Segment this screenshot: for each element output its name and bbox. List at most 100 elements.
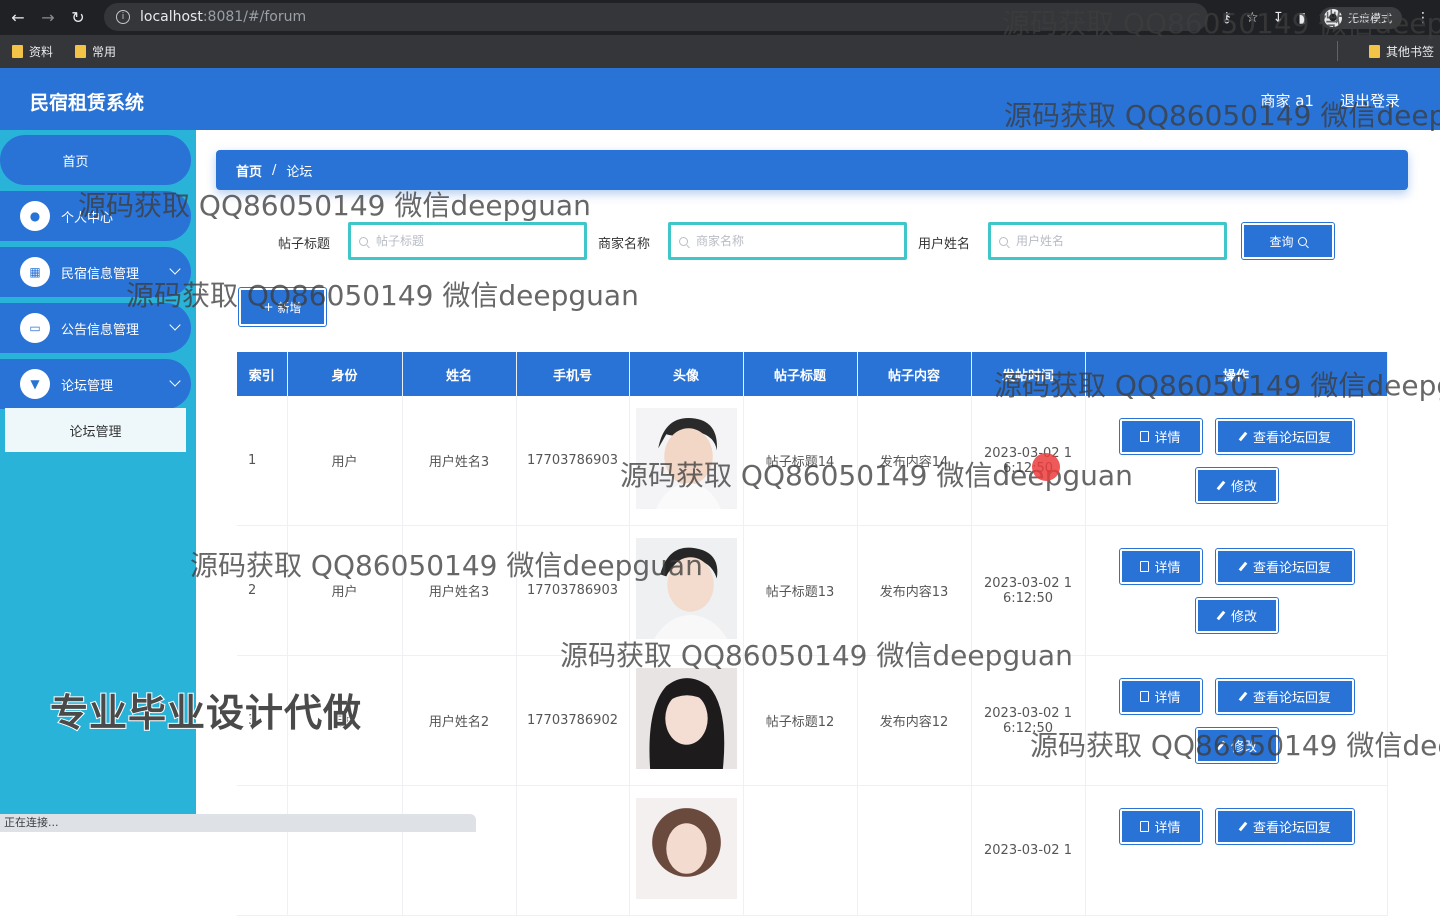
plus-icon: + [263, 300, 274, 314]
folder-icon [12, 45, 23, 58]
cell-role: 用户 [287, 525, 403, 656]
view-replies-button[interactable]: 查看论坛回复 [1214, 418, 1355, 455]
cell-phone: 17703786903 [516, 396, 630, 526]
table-header: 索引 身份 姓名 手机号 头像 帖子标题 帖子内容 发帖时间 操作 [237, 352, 1388, 396]
col-avatar: 头像 [629, 352, 744, 396]
reload-icon[interactable]: ↻ [66, 6, 90, 30]
edit-icon [1238, 431, 1248, 442]
detail-button[interactable]: 详情 [1118, 808, 1203, 845]
chevron-up-icon [169, 375, 181, 387]
app-header: 民宿租赁系统 商家 a1 退出登录 [0, 68, 1440, 130]
merchant-input[interactable] [696, 234, 876, 248]
search-button[interactable]: 查询 [1241, 222, 1335, 260]
filter-label-title: 帖子标题 [278, 237, 331, 252]
submenu-forum-manage[interactable]: 论坛管理 [5, 408, 186, 452]
edit-icon [1238, 691, 1248, 702]
edit-button[interactable]: 修改 [1194, 727, 1279, 764]
search-title-field[interactable] [348, 222, 587, 260]
edit-button[interactable]: 修改 [1194, 597, 1279, 634]
sidebar-item-notice[interactable]: ▭ 公告信息管理 [0, 303, 191, 353]
back-icon[interactable]: ← [6, 6, 30, 30]
cell-time: 2023-03-02 1 6:12:50 [971, 655, 1086, 786]
logout-link[interactable]: 退出登录 [1340, 90, 1400, 111]
col-time[interactable]: 发帖时间 [971, 352, 1086, 396]
col-actions: 操作 [1085, 352, 1388, 396]
breadcrumb-current: 论坛 [286, 164, 313, 180]
view-replies-button[interactable]: 查看论坛回复 [1214, 678, 1355, 715]
col-phone[interactable]: 手机号 [516, 352, 630, 396]
bookmark-folder[interactable]: 资料 [12, 43, 53, 60]
cell-index [237, 785, 288, 916]
avatar [635, 668, 737, 769]
promo-watermark: 专业毕业设计代做 [49, 690, 363, 736]
browser-toolbar: ← → ↻ i localhost :8081/#/forum ⚷ ☆ ↧ ▮ … [0, 0, 1440, 35]
cell-content [857, 785, 972, 916]
col-content[interactable]: 帖子内容 [857, 352, 972, 396]
download-icon[interactable]: ↧ [1273, 10, 1285, 26]
edit-button[interactable]: 修改 [1194, 467, 1279, 504]
other-bookmarks[interactable]: 其他书签 [1368, 43, 1434, 60]
cell-role [287, 785, 403, 916]
sidebar-item-profile[interactable]: ● 个人中心 [0, 191, 191, 241]
cell-time: 2023-03-02 1 6:12:50 [971, 396, 1086, 526]
cell-time: 2023-03-02 1 6:12:50 [971, 525, 1086, 656]
cell-name [402, 785, 517, 916]
cell-title: 帖子标题13 [743, 525, 858, 656]
col-name[interactable]: 姓名 [402, 352, 517, 396]
view-replies-button[interactable]: 查看论坛回复 [1214, 548, 1355, 585]
col-title[interactable]: 帖子标题 [743, 352, 858, 396]
watermark: 源码获取 QQ86050149 微信deepguan [126, 279, 639, 312]
star-icon[interactable]: ☆ [1246, 10, 1259, 26]
sidebar-item-home[interactable]: 首页 [0, 135, 191, 185]
title-input[interactable] [376, 234, 556, 248]
view-replies-button[interactable]: 查看论坛回复 [1214, 808, 1355, 845]
cell-actions: 详情 查看论坛回复修改 [1085, 396, 1388, 526]
cell-role: 用户 [287, 396, 403, 526]
incognito-badge[interactable]: ● 无痕模式 [1320, 6, 1402, 29]
cell-index: 1 [237, 396, 288, 526]
cell-title: 帖子标题14 [743, 396, 858, 526]
cell-actions: 详情 查看论坛回复修改 [1085, 525, 1388, 656]
search-icon [679, 236, 688, 246]
address-bar[interactable]: i localhost :8081/#/forum [104, 3, 1208, 31]
cell-name: 用户姓名2 [402, 655, 517, 786]
table-row: 1 用户 用户姓名3 17703786903 帖子标题14 发布内容14 2023-03-0… [237, 396, 1388, 526]
cell-name: 用户姓名3 [402, 396, 517, 526]
info-icon[interactable]: i [116, 10, 130, 24]
user-input[interactable] [1016, 234, 1196, 248]
avatar [635, 538, 737, 639]
cell-phone: 17703786902 [516, 655, 630, 786]
app-title: 民宿租赁系统 [30, 92, 145, 114]
breadcrumb: 首页 / 论坛 [216, 150, 1408, 190]
cell-avatar [629, 396, 744, 526]
col-role[interactable]: 身份 [287, 352, 403, 396]
bookmark-folder[interactable]: 常用 [75, 43, 116, 60]
folder-icon [1368, 45, 1380, 58]
detail-button[interactable]: 详情 [1118, 418, 1203, 455]
key-icon[interactable]: ⚷ [1222, 10, 1232, 26]
sidebar-item-forum[interactable]: ▼ 论坛管理 [0, 359, 191, 409]
search-merchant-field[interactable] [668, 222, 907, 260]
cell-name: 用户姓名3 [402, 525, 517, 656]
forward-icon[interactable]: → [36, 6, 60, 30]
cell-avatar [629, 785, 744, 916]
search-user-field[interactable] [988, 222, 1227, 260]
sidebar-item-homestay[interactable]: ▦ 民宿信息管理 [0, 247, 191, 297]
chevron-down-icon [169, 263, 181, 275]
incognito-icon: ● [1324, 8, 1342, 27]
sidepanel-icon[interactable]: ▮ [1298, 10, 1306, 26]
avatar [635, 798, 737, 899]
detail-button[interactable]: 详情 [1118, 678, 1203, 715]
edit-icon [1216, 480, 1226, 491]
filter-label-merchant: 商家名称 [598, 237, 651, 252]
add-button[interactable]: + 新增 [238, 287, 327, 327]
breadcrumb-home[interactable]: 首页 [236, 161, 262, 180]
cursor-highlight [1032, 453, 1060, 481]
current-user: 商家 a1 [1260, 92, 1314, 110]
col-index[interactable]: 索引 [237, 352, 288, 396]
cell-avatar [629, 525, 744, 656]
avatar [635, 408, 737, 509]
edit-icon [1238, 561, 1248, 572]
menu-icon[interactable]: ⋮ [1416, 10, 1430, 26]
detail-button[interactable]: 详情 [1118, 548, 1203, 585]
